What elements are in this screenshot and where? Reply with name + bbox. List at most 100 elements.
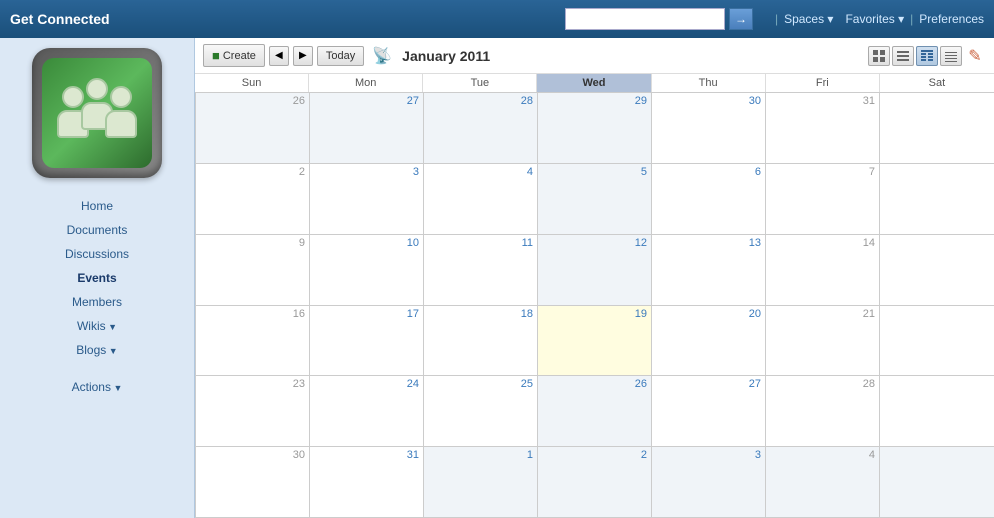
day-number[interactable]: 27: [314, 95, 419, 107]
preferences-link[interactable]: Preferences: [919, 12, 984, 26]
cal-day-header-sun: Sun: [195, 74, 309, 92]
cal-cell: 19: [538, 306, 652, 376]
nav-sep3: |: [910, 12, 913, 26]
cal-cell: 21: [766, 306, 880, 376]
topbar: Get Connected → | Spaces ▾ Favorites ▾ |…: [0, 0, 994, 38]
person-right: [105, 86, 137, 138]
create-button[interactable]: ■ Create: [203, 44, 265, 67]
day-number[interactable]: 24: [314, 378, 419, 390]
cal-day-header-thu: Thu: [652, 74, 766, 92]
day-number[interactable]: 2: [542, 449, 647, 461]
today-button[interactable]: Today: [317, 46, 364, 66]
calendar-toolbar: ■ Create ◀ ▶ Today 📡 January 2011: [195, 38, 994, 74]
main-layout: HomeDocumentsDiscussionsEventsMembersWik…: [0, 38, 994, 518]
cal-cell: 27: [652, 376, 766, 446]
day-number[interactable]: 11: [428, 237, 533, 249]
sidebar-item-wikis[interactable]: Wikis: [10, 314, 184, 338]
day-number[interactable]: 19: [542, 308, 647, 320]
cal-cell: [880, 376, 994, 446]
sidebar-item-blogs[interactable]: Blogs: [10, 338, 184, 362]
day-number[interactable]: 12: [542, 237, 647, 249]
cal-cell: 27: [310, 93, 424, 163]
logo-inner: [42, 58, 152, 168]
day-number[interactable]: 28: [428, 95, 533, 107]
content-area: ■ Create ◀ ▶ Today 📡 January 2011: [195, 38, 994, 518]
cal-week-2: 9 10 11 12 13 14: [196, 235, 994, 306]
cal-cell: 29: [538, 93, 652, 163]
day-number[interactable]: 5: [542, 166, 647, 178]
cal-week-5: 30 31 1234: [196, 447, 994, 518]
sidebar-nav: HomeDocumentsDiscussionsEventsMembersWik…: [0, 194, 194, 362]
cal-cell: 30: [652, 93, 766, 163]
view-week-button[interactable]: [892, 46, 914, 66]
cal-cell: 14: [766, 235, 880, 305]
day-number[interactable]: 3: [314, 166, 419, 178]
day-number: 7: [770, 166, 875, 178]
cal-cell: [880, 164, 994, 234]
cal-cell: 12: [538, 235, 652, 305]
cal-cell: [880, 235, 994, 305]
cal-cell: 23: [196, 376, 310, 446]
day-number[interactable]: 4: [428, 166, 533, 178]
search-button[interactable]: →: [729, 8, 753, 30]
day-number[interactable]: 25: [428, 378, 533, 390]
day-number[interactable]: 18: [428, 308, 533, 320]
day-view-icon: [872, 49, 886, 63]
topbar-nav: | Spaces ▾ Favorites ▾ | Preferences: [769, 12, 984, 26]
sidebar-item-members[interactable]: Members: [10, 290, 184, 314]
view-agenda-button[interactable]: [940, 46, 962, 66]
app-title: Get Connected: [10, 11, 565, 27]
sidebar-item-discussions[interactable]: Discussions: [10, 242, 184, 266]
day-number[interactable]: 27: [656, 378, 761, 390]
cal-cell: 17: [310, 306, 424, 376]
cal-cell: 4: [766, 447, 880, 517]
cal-cell: 20: [652, 306, 766, 376]
view-day-button[interactable]: [868, 46, 890, 66]
prev-button[interactable]: ◀: [269, 46, 289, 66]
month-view-icon: [920, 49, 934, 63]
cal-day-header-wed: Wed: [537, 74, 651, 92]
day-number: 21: [770, 308, 875, 320]
cal-cell: 6: [652, 164, 766, 234]
day-number[interactable]: 10: [314, 237, 419, 249]
calendar: SunMonTueWedThuFriSat 262728293031234567…: [195, 74, 994, 518]
day-number: 16: [200, 308, 305, 320]
edit-button[interactable]: ✎: [964, 46, 986, 66]
cal-cell: 18: [424, 306, 538, 376]
day-number[interactable]: 13: [656, 237, 761, 249]
sidebar-item-documents[interactable]: Documents: [10, 218, 184, 242]
view-month-button[interactable]: [916, 46, 938, 66]
day-number[interactable]: 26: [542, 378, 647, 390]
cal-cell: 13: [652, 235, 766, 305]
sidebar-logo: [32, 48, 162, 178]
sidebar-item-events[interactable]: Events: [10, 266, 184, 290]
day-number[interactable]: 6: [656, 166, 761, 178]
cal-day-header-tue: Tue: [423, 74, 537, 92]
cal-cell: 3: [652, 447, 766, 517]
calendar-view-buttons: ✎: [868, 46, 986, 66]
day-number[interactable]: 29: [542, 95, 647, 107]
sidebar-item-home[interactable]: Home: [10, 194, 184, 218]
cal-cell: 26: [538, 376, 652, 446]
day-number[interactable]: 17: [314, 308, 419, 320]
day-number: 9: [200, 237, 305, 249]
day-number[interactable]: 30: [656, 95, 761, 107]
day-number[interactable]: 3: [656, 449, 761, 461]
favorites-menu[interactable]: Favorites ▾: [845, 12, 904, 26]
cal-cell: 5: [538, 164, 652, 234]
day-number: 30: [200, 449, 305, 461]
day-number[interactable]: 1: [428, 449, 533, 461]
search-input[interactable]: [565, 8, 725, 30]
people-icon: [57, 78, 137, 148]
sidebar-item-actions[interactable]: Actions: [0, 375, 194, 399]
rss-icon: 📡: [372, 46, 392, 66]
day-number[interactable]: 31: [314, 449, 419, 461]
next-button[interactable]: ▶: [293, 46, 313, 66]
day-number[interactable]: 20: [656, 308, 761, 320]
sidebar: HomeDocumentsDiscussionsEventsMembersWik…: [0, 38, 195, 518]
cal-cell: 28: [424, 93, 538, 163]
day-number: 26: [200, 95, 305, 107]
cal-cell: 24: [310, 376, 424, 446]
spaces-menu[interactable]: Spaces ▾: [784, 12, 833, 26]
day-number: 28: [770, 378, 875, 390]
